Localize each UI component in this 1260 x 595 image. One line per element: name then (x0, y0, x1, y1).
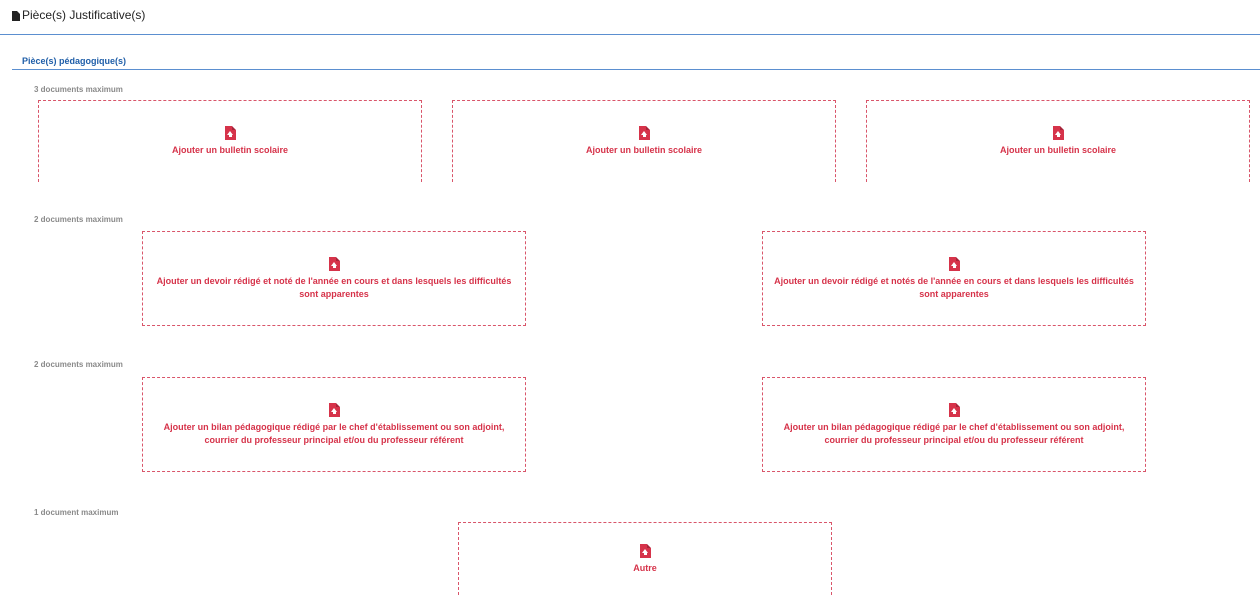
upload-label: Ajouter un bulletin scolaire (171, 145, 288, 155)
group-caption: 2 documents maximum (34, 360, 123, 369)
page-header: Pièce(s) Justificative(s) (0, 0, 1260, 35)
file-upload-icon (224, 126, 236, 140)
upload-label: Ajouter un bulletin scolaire (999, 145, 1116, 155)
upload-devoir-button[interactable]: Ajouter un devoir rédigé et noté de l'an… (142, 231, 526, 326)
upload-label: Ajouter un devoir rédigé et noté de l'an… (156, 275, 512, 299)
upload-label: Ajouter un devoir rédigé et notés de l'a… (774, 275, 1134, 299)
upload-label: Ajouter un bilan pédagogique rédigé par … (783, 421, 1125, 445)
group-caption: 3 documents maximum (34, 85, 123, 94)
upload-bulletin-button[interactable]: Ajouter un bulletin scolaire (38, 100, 422, 182)
group-caption: 1 document maximum (34, 508, 119, 517)
section-header: Pièce(s) pédagogique(s) (12, 52, 1260, 70)
upload-label: Autre (633, 562, 657, 573)
file-upload-icon (328, 256, 340, 271)
page-title: Pièce(s) Justificative(s) (22, 8, 146, 22)
file-upload-icon (638, 126, 650, 140)
upload-bulletin-button[interactable]: Ajouter un bulletin scolaire (866, 100, 1250, 182)
file-upload-icon (1052, 126, 1064, 140)
upload-bilan-button[interactable]: Ajouter un bilan pédagogique rédigé par … (142, 377, 526, 472)
upload-label: Ajouter un bulletin scolaire (585, 145, 702, 155)
group-caption: 2 documents maximum (34, 215, 123, 224)
upload-bilan-button[interactable]: Ajouter un bilan pédagogique rédigé par … (762, 377, 1146, 472)
upload-bulletin-button[interactable]: Ajouter un bulletin scolaire (452, 100, 836, 182)
file-upload-icon (639, 543, 651, 558)
file-upload-icon (328, 402, 340, 417)
section-title: Pièce(s) pédagogique(s) (22, 56, 127, 66)
file-upload-icon (948, 256, 960, 271)
file-upload-icon (948, 402, 960, 417)
upload-label: Ajouter un bilan pédagogique rédigé par … (163, 421, 505, 445)
upload-autre-button[interactable]: Autre (458, 522, 832, 595)
file-icon (12, 11, 20, 21)
upload-devoir-button[interactable]: Ajouter un devoir rédigé et notés de l'a… (762, 231, 1146, 326)
